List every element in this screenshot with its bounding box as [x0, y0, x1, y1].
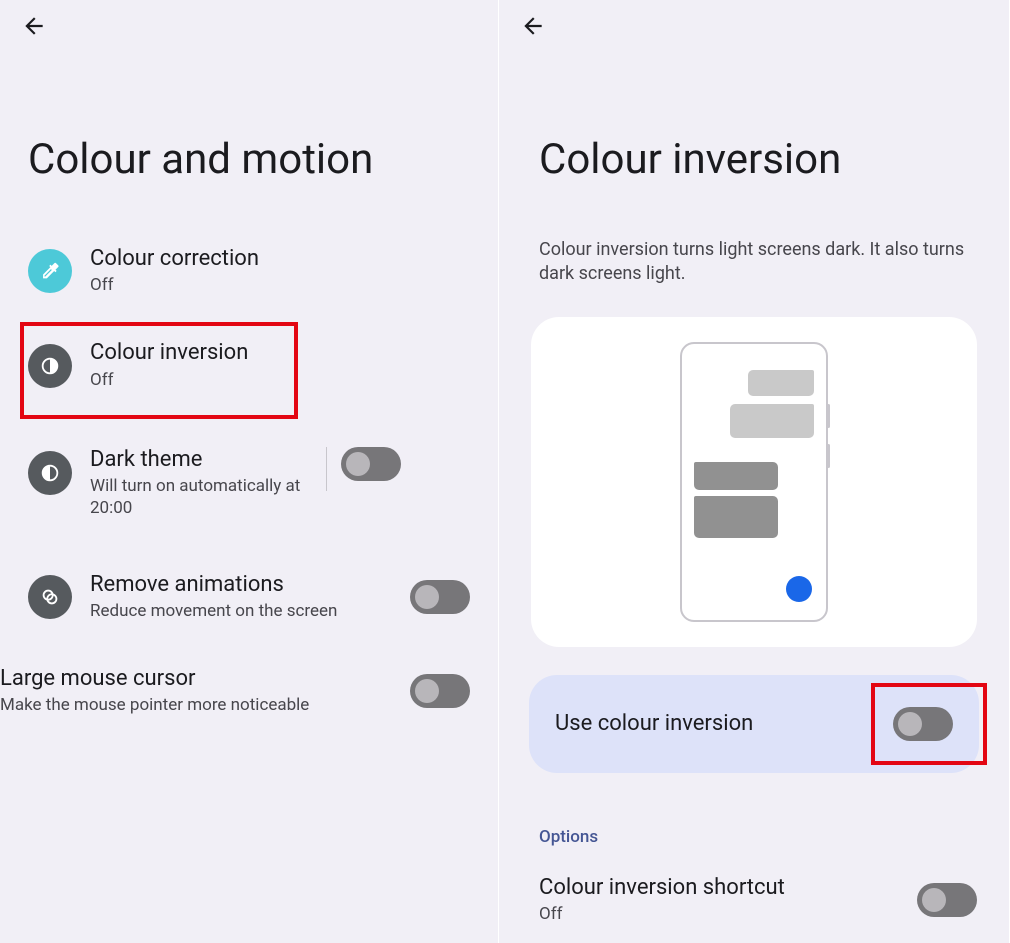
row-use-colour-inversion[interactable]: Use colour inversion	[529, 675, 979, 773]
dark-theme-icon	[28, 451, 72, 495]
eyedropper-icon	[28, 249, 72, 293]
setting-title: Large mouse cursor	[0, 666, 410, 692]
row-colour-inversion[interactable]: Colour inversion Off	[28, 318, 470, 416]
preview-illustration	[531, 317, 977, 647]
arrow-left-icon	[21, 13, 47, 39]
phone-frame-icon	[680, 342, 828, 622]
row-remove-animations[interactable]: Remove animations Reduce movement on the…	[28, 542, 470, 644]
setting-sub: Will turn on automatically at 20:00	[90, 475, 320, 519]
page-title: Colour inversion	[499, 43, 1009, 184]
page-title: Colour and motion	[0, 43, 498, 184]
setting-sub: Make the mouse pointer more noticeable	[0, 694, 410, 716]
toggle-dark-theme[interactable]	[341, 447, 401, 481]
row-colour-inversion-shortcut[interactable]: Colour inversion shortcut Off	[499, 847, 1009, 925]
setting-title: Colour inversion shortcut	[539, 875, 917, 901]
back-button[interactable]	[519, 12, 547, 40]
row-large-mouse-cursor[interactable]: Large mouse cursor Make the mouse pointe…	[28, 644, 470, 716]
row-dark-theme[interactable]: Dark theme Will turn on automatically at…	[28, 417, 470, 542]
setting-title: Colour inversion	[90, 340, 470, 366]
animations-icon	[28, 575, 72, 619]
setting-sub: Off	[539, 903, 917, 925]
toggle-remove-animations[interactable]	[410, 580, 470, 614]
arrow-left-icon	[520, 13, 546, 39]
setting-sub: Off	[90, 369, 470, 391]
setting-title: Remove animations	[90, 572, 410, 598]
toggle-large-cursor[interactable]	[410, 674, 470, 708]
panel-colour-inversion: Colour inversion Colour inversion turns …	[498, 0, 1009, 943]
setting-title: Use colour inversion	[555, 711, 753, 736]
toggle-use-colour-inversion[interactable]	[893, 707, 953, 741]
setting-title: Dark theme	[90, 447, 320, 473]
back-button[interactable]	[20, 12, 48, 40]
setting-title: Colour correction	[90, 246, 470, 272]
toggle-inversion-shortcut[interactable]	[917, 883, 977, 917]
page-description: Colour inversion turns light screens dar…	[499, 184, 1009, 287]
row-colour-correction[interactable]: Colour correction Off	[28, 236, 470, 318]
setting-sub: Reduce movement on the screen	[90, 600, 410, 622]
section-header-options: Options	[499, 773, 1009, 847]
divider	[326, 447, 327, 491]
panel-colour-and-motion: Colour and motion Colour correction Off …	[0, 0, 498, 943]
contrast-icon	[28, 344, 72, 388]
setting-sub: Off	[90, 274, 470, 296]
